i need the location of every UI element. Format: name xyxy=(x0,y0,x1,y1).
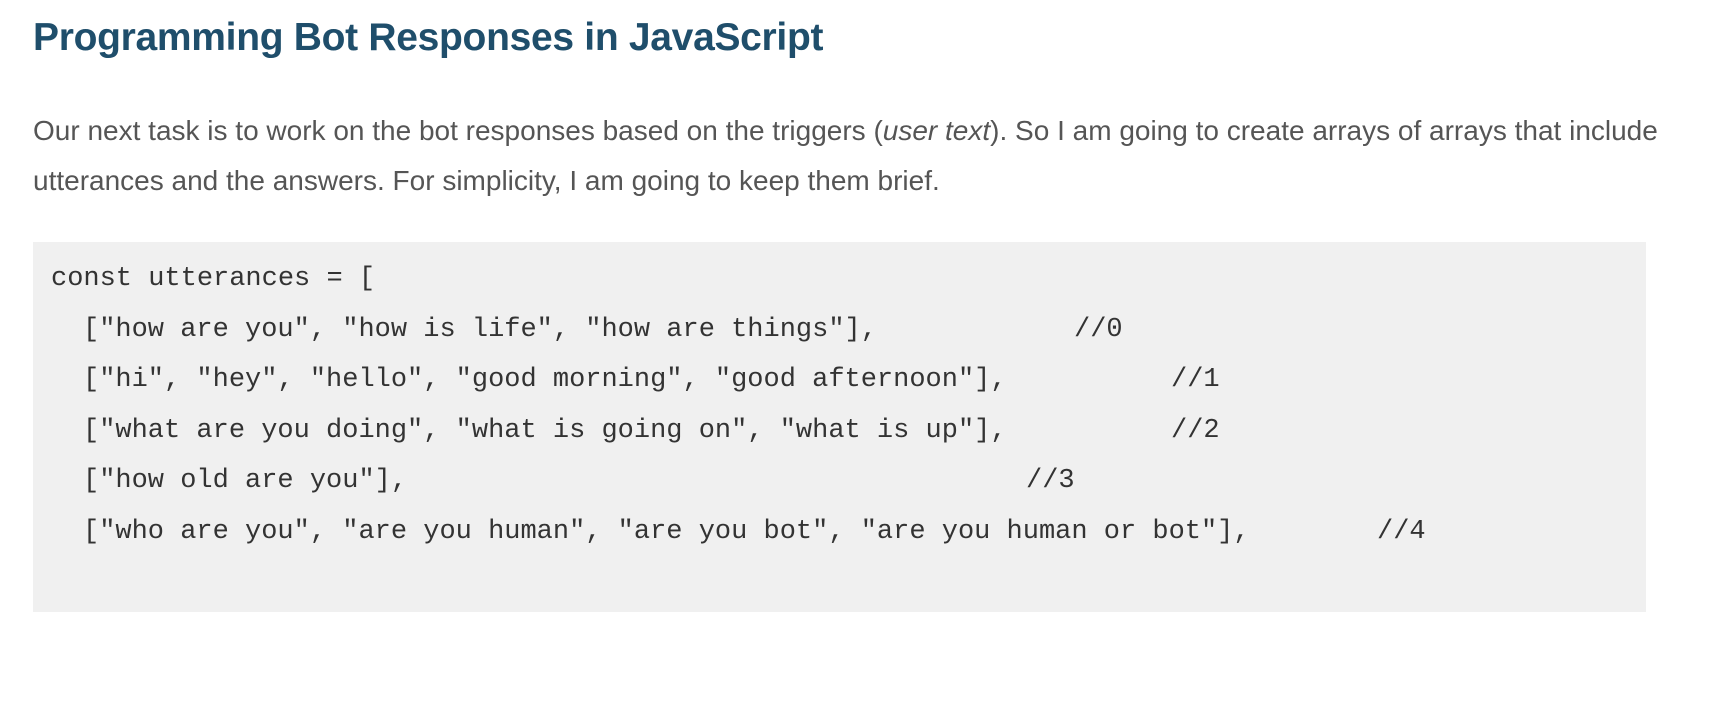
code-line: const utterances = [ xyxy=(51,254,1646,305)
code-line: ["who are you", "are you human", "are yo… xyxy=(51,507,1646,558)
intro-italic-text: user text xyxy=(882,115,991,146)
code-comment: //3 xyxy=(1026,466,1075,496)
code-text: ["who are you", "are you human", "are yo… xyxy=(83,516,1250,547)
code-text: const utterances = [ xyxy=(51,264,376,294)
code-comment: //4 xyxy=(1377,516,1426,547)
code-text: ["how old are you"], xyxy=(83,466,408,496)
code-comment: //2 xyxy=(1171,415,1220,446)
code-comment: //1 xyxy=(1171,365,1220,395)
code-line: ["hi", "hey", "hello", "good morning", "… xyxy=(51,355,1646,406)
code-line: ["how old are you"], //3 xyxy=(51,456,1646,507)
code-text: ["how are you", "how is life", "how are … xyxy=(83,314,877,345)
code-line: ["how are you", "how is life", "how are … xyxy=(51,305,1646,356)
code-comment: //0 xyxy=(1074,314,1123,345)
section-heading: Programming Bot Responses in JavaScript xyxy=(33,16,824,59)
code-text: ["hi", "hey", "hello", "good morning", "… xyxy=(83,365,1007,395)
code-text: ["what are you doing", "what is going on… xyxy=(83,415,1007,446)
intro-paragraph: Our next task is to work on the bot resp… xyxy=(33,106,1673,206)
intro-text-before: Our next task is to work on the bot resp… xyxy=(33,115,883,146)
code-line: ["what are you doing", "what is going on… xyxy=(51,406,1646,457)
code-block: const utterances = [ ["how are you", "ho… xyxy=(33,242,1646,612)
